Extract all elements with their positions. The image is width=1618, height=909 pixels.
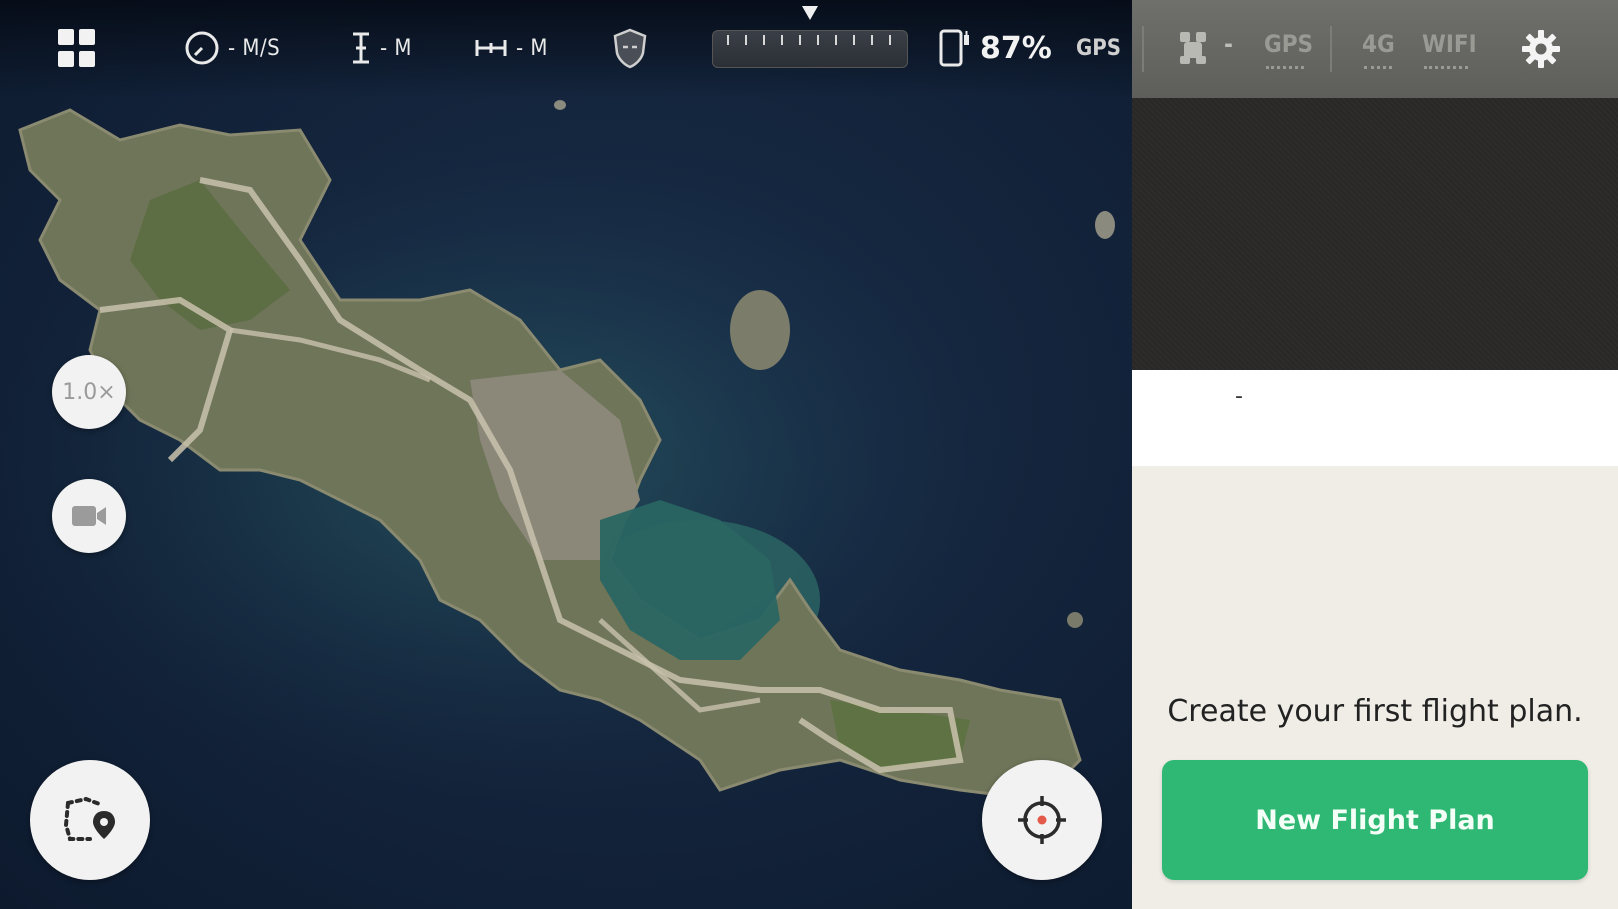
side-panel: - GPS 4G WIFI - Create your first flight… [1132, 0, 1618, 909]
speed-indicator: - M/S [184, 24, 280, 72]
cellular-signal [1364, 62, 1392, 69]
crosshair-icon [1018, 796, 1066, 844]
divider [1142, 26, 1144, 72]
cellular-label: 4G [1362, 30, 1395, 58]
wifi-signal [1424, 62, 1468, 69]
flight-plan-mode-button[interactable] [30, 760, 150, 880]
camera-preview[interactable] [1132, 98, 1618, 370]
drone-gps-signal [1266, 62, 1304, 69]
gps-indicator: GPS [1076, 24, 1121, 72]
distance-icon [475, 40, 507, 56]
gps-label: GPS [1076, 35, 1121, 61]
flight-status-bar: - M/S - M - M 87% GPS [0, 0, 1132, 98]
video-camera-icon [72, 506, 106, 526]
satellite-map[interactable] [0, 0, 1132, 909]
heading-pointer-icon [802, 6, 818, 20]
zoom-level-button[interactable]: 1.0× [52, 355, 126, 429]
battery-percentage: 87% [980, 30, 1052, 66]
speedometer-icon [185, 31, 219, 65]
flight-plan-prompt: Create your first flight plan. [1167, 694, 1583, 729]
drone-icon [1180, 32, 1206, 64]
geofence-button[interactable] [612, 24, 648, 72]
distance-indicator: - M [474, 24, 548, 72]
divider [1330, 26, 1332, 72]
device-battery-indicator: 87% [938, 24, 1052, 72]
wifi-label: WIFI [1422, 30, 1477, 58]
phone-battery-icon [939, 29, 969, 67]
altitude-value: - M [380, 35, 413, 61]
distance-value: - M [516, 35, 549, 61]
zoom-level-label: 1.0× [62, 379, 116, 405]
drone-status-value: - [1224, 30, 1233, 58]
drone-gps-label: GPS [1264, 30, 1314, 58]
shield-icon [613, 28, 647, 69]
route-pin-icon [63, 796, 115, 841]
heading-compass [712, 30, 908, 68]
island-terrain [0, 100, 1115, 802]
speed-value: - M/S [228, 35, 281, 61]
info-value: - [1235, 384, 1243, 409]
altitude-icon [353, 32, 369, 64]
recenter-location-button[interactable] [982, 760, 1102, 880]
altitude-indicator: - M [350, 24, 412, 72]
gear-icon[interactable] [1520, 28, 1562, 70]
camera-view-button[interactable] [52, 479, 126, 553]
new-flight-plan-button[interactable]: New Flight Plan [1162, 760, 1588, 880]
media-info-band: - [1132, 370, 1618, 466]
connection-status-bar: - GPS 4G WIFI [1132, 0, 1618, 98]
grid-icon[interactable] [58, 29, 96, 67]
